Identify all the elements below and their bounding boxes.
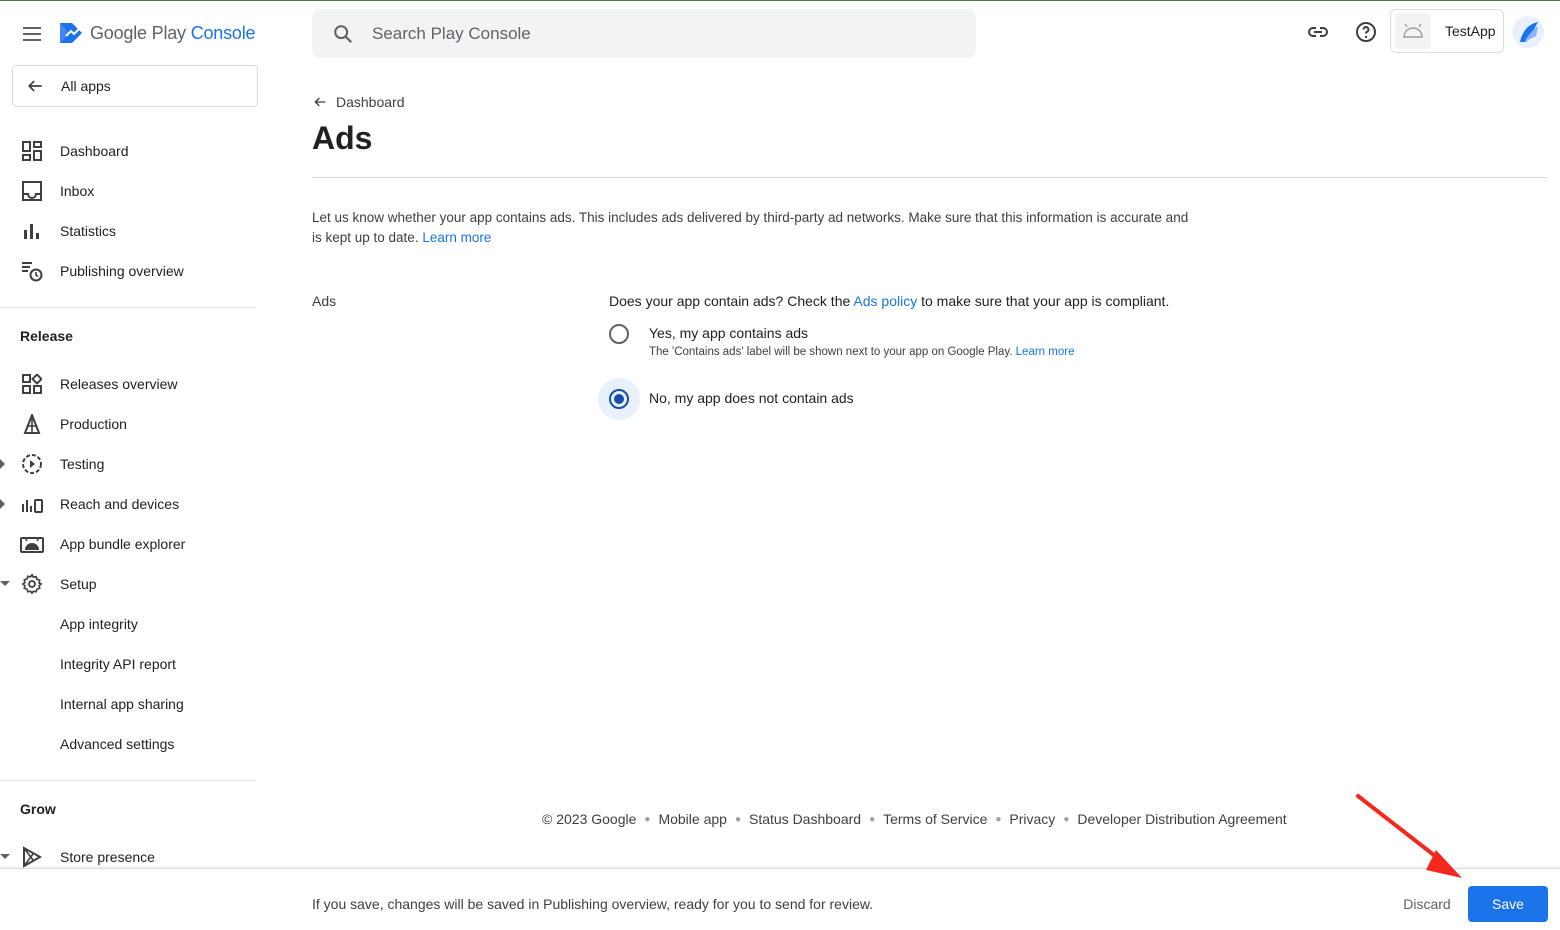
releases-overview-icon [20, 372, 44, 396]
testing-icon [20, 452, 44, 476]
field-label-ads: Ads [312, 293, 337, 309]
sidebar-item-publishing-overview[interactable]: Publishing overview [0, 251, 256, 291]
help-icon[interactable] [1352, 18, 1380, 46]
footer-copyright: © 2023 Google [542, 811, 637, 827]
radio-label-yes: Yes, my app contains ads [649, 325, 809, 341]
android-app-icon [1395, 13, 1431, 49]
logo-text: Google Play Console [90, 22, 256, 43]
sidebar-item-production[interactable]: Production [0, 404, 256, 444]
save-button[interactable]: Save [1468, 886, 1548, 922]
store-presence-icon [20, 845, 44, 869]
ads-policy-link[interactable]: Ads policy [853, 293, 917, 309]
sidebar-item-app-bundle-explorer[interactable]: App bundle explorer [0, 524, 256, 564]
radio-checked-icon [609, 389, 629, 409]
dashboard-icon [20, 139, 44, 163]
save-bar-message: If you save, changes will be saved in Pu… [312, 896, 874, 912]
sidebar-item-statistics[interactable]: Statistics [0, 211, 256, 251]
footer-link-privacy[interactable]: Privacy [1009, 811, 1055, 827]
link-icon[interactable] [1304, 18, 1332, 46]
expand-caret-icon[interactable] [0, 499, 5, 509]
sidebar-item-label: Testing [60, 456, 105, 472]
search-icon [334, 24, 353, 43]
collapse-caret-icon[interactable] [0, 581, 10, 586]
radio-option-yes[interactable]: Yes, my app contains ads The 'Contains a… [598, 313, 1218, 358]
page-footer: © 2023 Google ● Mobile app ● Status Dash… [542, 811, 1287, 827]
app-name: TestApp [1445, 23, 1496, 39]
sidebar-item-setup[interactable]: Setup [0, 564, 256, 604]
app-selector[interactable]: TestApp [1390, 9, 1504, 53]
learn-more-link[interactable]: Learn more [1016, 346, 1075, 358]
sidebar-item-internal-app-sharing[interactable]: Internal app sharing [0, 684, 256, 724]
sidebar-item-label: Statistics [60, 223, 117, 239]
all-apps-button[interactable]: All apps [12, 65, 258, 107]
production-icon [20, 412, 44, 436]
radio-button-no[interactable] [598, 378, 640, 420]
play-console-logo-icon [60, 23, 82, 43]
android-icon [20, 532, 44, 556]
discard-button[interactable]: Discard [1394, 886, 1460, 922]
sidebar-item-label: App integrity [60, 616, 138, 632]
section-heading-grow: Grow [20, 801, 56, 817]
sidebar-item-label: Production [60, 416, 127, 432]
footer-link-terms-of-service[interactable]: Terms of Service [883, 811, 987, 827]
avatar[interactable] [1512, 16, 1544, 48]
sidebar-item-label: Dashboard [60, 143, 129, 159]
all-apps-label: All apps [61, 78, 111, 94]
menu-icon[interactable] [20, 22, 44, 46]
sidebar-item-dashboard[interactable]: Dashboard [0, 131, 256, 171]
sidebar-item-label: Inbox [60, 183, 95, 199]
radio-option-no[interactable]: No, my app does not contain ads [598, 378, 1218, 420]
sidebar-item-reach-and-devices[interactable]: Reach and devices [0, 484, 256, 524]
sidebar-item-label: Setup [60, 576, 97, 592]
save-bar: If you save, changes will be saved in Pu… [0, 868, 1560, 930]
sidebar-divider [0, 780, 256, 781]
breadcrumb-label: Dashboard [336, 94, 405, 110]
sidebar-item-inbox[interactable]: Inbox [0, 171, 256, 211]
sidebar-divider [0, 307, 256, 308]
inbox-icon [20, 179, 44, 203]
sidebar-item-label: Advanced settings [60, 736, 175, 752]
publishing-overview-icon [20, 259, 44, 283]
bar-chart-icon [20, 219, 44, 243]
search-input[interactable] [372, 23, 932, 44]
title-divider [312, 177, 1548, 178]
collapse-caret-icon[interactable] [0, 854, 10, 859]
footer-link-status-dashboard[interactable]: Status Dashboard [749, 811, 861, 827]
page-title: Ads [312, 120, 373, 156]
radio-label-no: No, my app does not contain ads [649, 390, 854, 406]
sidebar-item-app-integrity[interactable]: App integrity [0, 604, 256, 644]
sidebar-item-label: Integrity API report [60, 656, 176, 672]
sidebar-item-integrity-api-report[interactable]: Integrity API report [0, 644, 256, 684]
radio-helper-yes: The 'Contains ads' label will be shown n… [649, 346, 1074, 358]
ads-question: Does your app contain ads? Check the Ads… [609, 293, 1169, 309]
radio-unchecked-icon [609, 324, 629, 344]
play-console-logo[interactable]: Google Play Console [58, 18, 256, 48]
sidebar-item-testing[interactable]: Testing [0, 444, 256, 484]
section-heading-release: Release [20, 328, 73, 344]
footer-link-developer-distribution-agreement[interactable]: Developer Distribution Agreement [1077, 811, 1286, 827]
sidebar-item-advanced-settings[interactable]: Advanced settings [0, 724, 256, 764]
sidebar-item-label: App bundle explorer [60, 536, 186, 552]
arrow-back-icon [27, 80, 42, 92]
radio-button-yes[interactable] [598, 313, 640, 355]
sidebar-item-label: Reach and devices [60, 496, 180, 512]
gear-icon [20, 572, 44, 596]
sidebar-item-label: Internal app sharing [60, 696, 184, 712]
sidebar-item-label: Releases overview [60, 376, 178, 392]
search-bar[interactable] [312, 9, 976, 58]
reach-devices-icon [20, 492, 44, 516]
sidebar-item-label: Store presence [60, 849, 155, 865]
learn-more-link[interactable]: Learn more [422, 230, 491, 245]
top-border [0, 0, 1560, 1]
sidebar-item-label: Publishing overview [60, 263, 184, 279]
question-prefix: Does your app contain ads? Check the [609, 293, 851, 309]
expand-caret-icon[interactable] [0, 459, 5, 469]
sidebar-item-releases-overview[interactable]: Releases overview [0, 364, 256, 404]
intro-text: Let us know whether your app contains ad… [312, 208, 1192, 248]
question-suffix: to make sure that your app is compliant. [921, 293, 1170, 309]
footer-link-mobile-app[interactable]: Mobile app [658, 811, 727, 827]
radio-helper-text: The 'Contains ads' label will be shown n… [649, 346, 1013, 358]
arrow-back-icon [314, 97, 326, 107]
breadcrumb-back-dashboard[interactable]: Dashboard [312, 94, 405, 110]
